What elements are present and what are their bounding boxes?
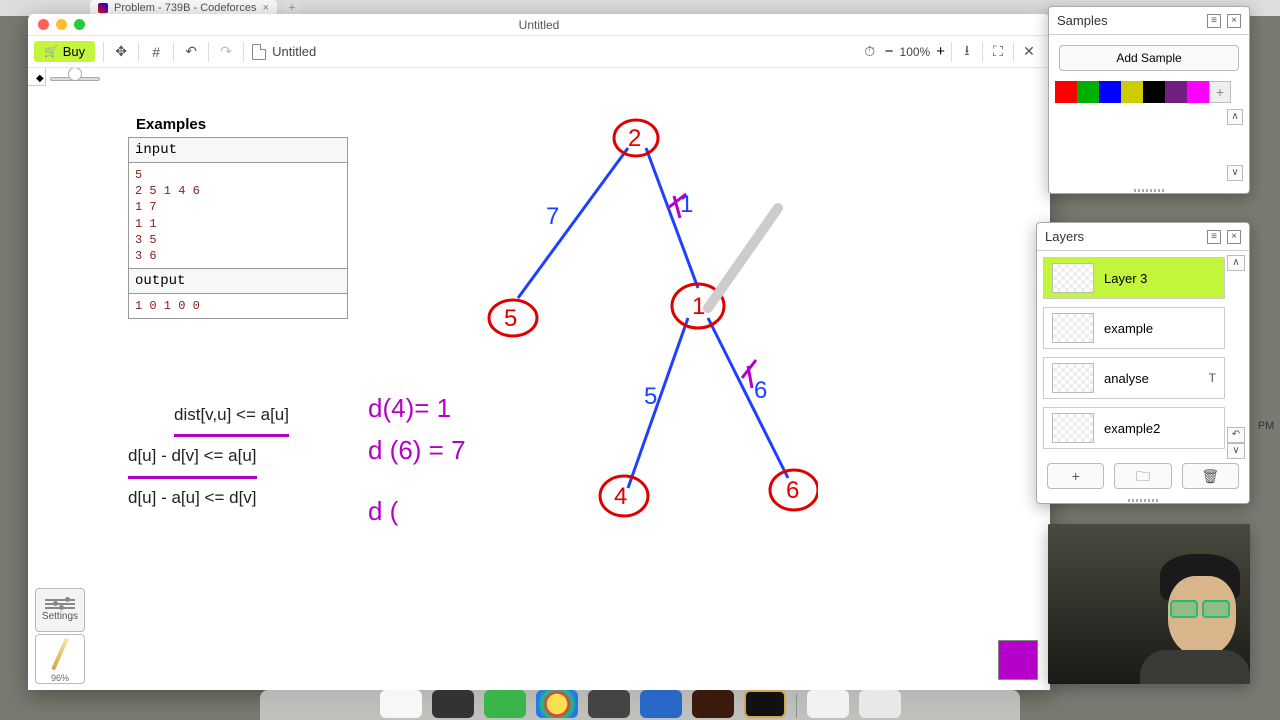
zoom-minus[interactable]: −: [885, 43, 894, 60]
layers-panel: Layers ≡ × Layer 3 example analyse T exa…: [1036, 222, 1250, 504]
current-color-swatch[interactable]: [998, 640, 1038, 680]
svg-text:4: 4: [614, 483, 627, 510]
pen-tool-button[interactable]: 96%: [35, 634, 85, 684]
fullscreen-icon[interactable]: ⛶: [989, 43, 1007, 61]
delete-layer-button[interactable]: 🗑: [1182, 463, 1239, 489]
color-swatch-magenta[interactable]: [1187, 81, 1209, 103]
dock: [260, 690, 1020, 720]
output-text: 1 0 1 0 0: [129, 294, 347, 318]
examples-heading: Examples: [128, 116, 348, 133]
timer-icon[interactable]: ⏱: [861, 43, 879, 61]
layer-thumbnail: [1052, 413, 1094, 443]
color-swatch-blue[interactable]: [1099, 81, 1121, 103]
color-swatch-green[interactable]: [1077, 81, 1099, 103]
layers-menu-icon[interactable]: ≡: [1207, 230, 1221, 244]
color-swatch-yellow[interactable]: [1121, 81, 1143, 103]
output-header: output: [129, 269, 347, 294]
buy-button[interactable]: Buy: [34, 41, 95, 62]
samples-menu-icon[interactable]: ≡: [1207, 14, 1221, 28]
toolbar: Buy ✥ # ↶ ↷ Untitled ⏱ − 100% + ⭳ ⛶ ✕: [28, 36, 1050, 68]
document-icon: [252, 44, 266, 60]
layer-item[interactable]: analyse T: [1043, 357, 1225, 399]
formula-text: dist[v,u] <= a[u] d[u] - d[v] <= a[u] d[…: [128, 396, 289, 516]
webcam-overlay: [1048, 524, 1250, 684]
dock-app-terminal[interactable]: [432, 690, 474, 718]
add-sample-button[interactable]: Add Sample: [1059, 45, 1239, 71]
scroll-up-icon[interactable]: ∧: [1227, 255, 1245, 271]
app-window: Untitled Buy ✥ # ↶ ↷ Untitled ⏱ − 100% +…: [28, 14, 1050, 690]
scroll-up-icon[interactable]: ∧: [1227, 109, 1243, 125]
zoom-plus[interactable]: +: [936, 43, 945, 60]
window-title: Untitled: [28, 18, 1050, 32]
settings-button[interactable]: Settings: [35, 588, 85, 632]
samples-close-icon[interactable]: ×: [1227, 14, 1241, 28]
layer-item[interactable]: example2: [1043, 407, 1225, 449]
samples-panel: Samples ≡ × Add Sample + ∧ ∨: [1048, 6, 1250, 194]
layer-item[interactable]: Layer 3: [1043, 257, 1225, 299]
tree-diagram: 2 5 1 4 6 7 1 5 6: [398, 98, 818, 538]
layers-list: Layer 3 example analyse T example2: [1037, 251, 1249, 455]
canvas[interactable]: ◆ Examples input 5 2 5 1 4 6 1 7 1 1 3 5…: [28, 68, 1050, 690]
layers-title: Layers: [1045, 229, 1084, 244]
svg-text:5: 5: [504, 305, 517, 332]
dock-trash-icon[interactable]: [859, 690, 901, 718]
dock-app-doc[interactable]: [807, 690, 849, 718]
dock-app-game[interactable]: [692, 690, 734, 718]
browser-tab-title: Problem - 739B - Codeforces: [114, 2, 256, 14]
color-swatch-purple[interactable]: [1165, 81, 1187, 103]
undo-icon[interactable]: ↶: [182, 43, 200, 61]
svg-text:6: 6: [786, 477, 799, 504]
samples-title: Samples: [1057, 13, 1108, 28]
title-bar: Untitled: [28, 14, 1050, 36]
add-color-button[interactable]: +: [1209, 81, 1231, 103]
dock-app-safari[interactable]: [640, 690, 682, 718]
dock-app-wechat[interactable]: [484, 690, 526, 718]
dock-app-sublime[interactable]: [588, 690, 630, 718]
close-tab-icon[interactable]: ×: [262, 2, 268, 14]
new-tab-button[interactable]: +: [283, 1, 301, 15]
color-swatch-black[interactable]: [1143, 81, 1165, 103]
close-icon[interactable]: ✕: [1020, 43, 1038, 61]
svg-text:6: 6: [754, 377, 767, 404]
favicon-icon: [98, 3, 108, 13]
layers-close-icon[interactable]: ×: [1227, 230, 1241, 244]
move-tool-icon[interactable]: ✥: [112, 43, 130, 61]
scroll-down-icon[interactable]: ∨: [1227, 165, 1243, 181]
redo-icon[interactable]: ↷: [217, 43, 235, 61]
color-palette: +: [1049, 81, 1249, 109]
slider-widget[interactable]: ◆: [50, 73, 100, 85]
examples-panel: Examples input 5 2 5 1 4 6 1 7 1 1 3 5 3…: [128, 116, 348, 319]
undo-small-icon[interactable]: ↶: [1227, 427, 1245, 443]
dock-app-chrome[interactable]: [536, 690, 578, 718]
dock-app-editor[interactable]: [744, 690, 786, 718]
svg-text:7: 7: [546, 203, 559, 230]
scroll-down-icon[interactable]: ∨: [1227, 443, 1245, 459]
add-layer-button[interactable]: +: [1047, 463, 1104, 489]
svg-text:1: 1: [680, 191, 693, 218]
folder-layer-button[interactable]: 🗀: [1114, 463, 1171, 489]
zoom-level[interactable]: 100%: [900, 45, 931, 59]
download-icon[interactable]: ⭳: [958, 43, 976, 61]
pen-icon: [51, 638, 68, 671]
grid-icon[interactable]: #: [147, 43, 165, 61]
layer-item[interactable]: example: [1043, 307, 1225, 349]
panel-resize-grip[interactable]: [1037, 497, 1249, 503]
input-header: input: [129, 138, 347, 163]
input-text: 5 2 5 1 4 6 1 7 1 1 3 5 3 6: [129, 163, 347, 268]
layer-thumbnail: [1052, 363, 1094, 393]
layer-thumbnail: [1052, 263, 1094, 293]
svg-text:2: 2: [628, 125, 641, 152]
color-swatch-red[interactable]: [1055, 81, 1077, 103]
document-title[interactable]: Untitled: [252, 44, 316, 60]
menu-bar-time: PM: [1252, 420, 1280, 432]
panel-resize-grip[interactable]: [1049, 187, 1249, 193]
svg-text:5: 5: [644, 383, 657, 410]
dock-app-finder[interactable]: [380, 690, 422, 718]
layer-thumbnail: [1052, 313, 1094, 343]
